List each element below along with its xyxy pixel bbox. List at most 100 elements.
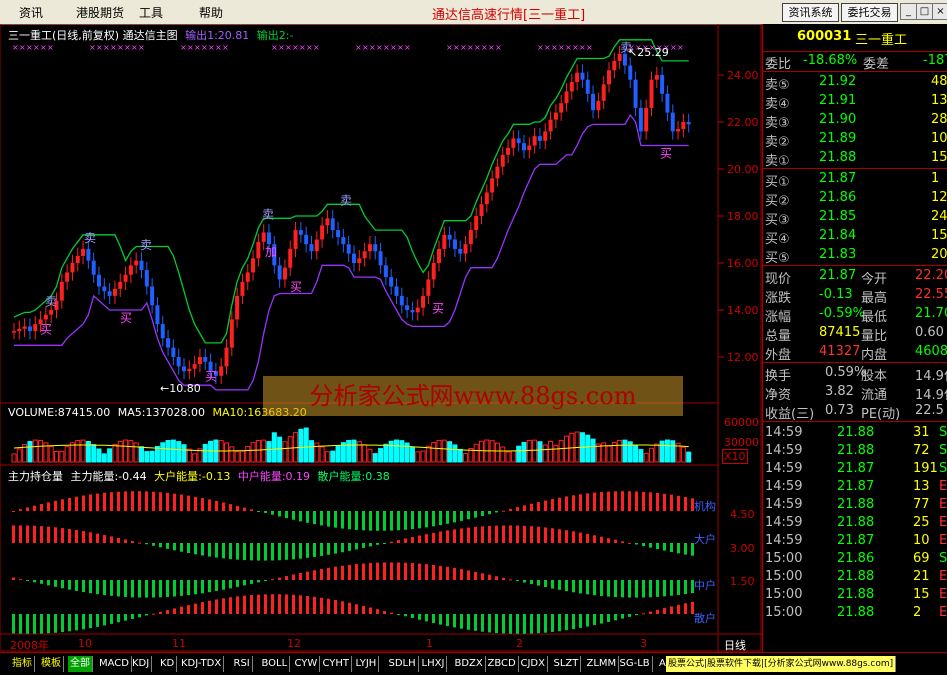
menu-help[interactable]: 帮助 — [199, 4, 223, 21]
top-marker: × — [670, 43, 677, 52]
energy-bar — [516, 525, 519, 543]
candle-body — [511, 138, 516, 148]
menu-hk-futures[interactable]: 港股期货 — [76, 4, 124, 21]
price-axis-label: 14.00 — [727, 304, 759, 317]
indicator-tab-cjdx[interactable]: CJDX — [519, 656, 548, 672]
tick-row: 14:59 21.88 77 E — [765, 497, 947, 512]
candle-body — [612, 60, 617, 71]
volume-bar — [649, 447, 654, 463]
maximize-button[interactable]: □ — [916, 3, 933, 20]
energy-bar — [299, 595, 302, 614]
trade-button[interactable]: 委托交易 — [841, 3, 898, 22]
indicator-tab-kdj[interactable]: KDJ — [130, 656, 153, 672]
volume-bar — [266, 441, 272, 463]
volume-bar — [346, 439, 352, 463]
energy-bar — [572, 531, 575, 543]
volume-bar — [505, 451, 511, 463]
top-marker: × — [558, 43, 565, 52]
indicator-tab-zlmm[interactable]: ZLMM — [585, 656, 620, 672]
indicator-tab-指标[interactable]: 指标 — [10, 656, 35, 672]
chart-canvas[interactable]: 24.0022.0020.0018.0016.0014.0012.00 买买买买… — [0, 24, 762, 652]
candle-body — [304, 234, 309, 245]
energy-bar — [397, 511, 400, 531]
energy-bar — [131, 580, 134, 598]
indicator-tab-lyjh[interactable]: LYJH — [354, 656, 380, 672]
xaxis-label-10: 10 — [78, 637, 92, 650]
energy-bar — [600, 492, 603, 511]
energy-bar — [551, 528, 554, 543]
indicator-tab-模板[interactable]: 模板 — [39, 656, 64, 672]
chart-area[interactable]: 24.00 22.00 20.00 18.00 16.00 14.00 12.00 买买买买… — [0, 24, 762, 652]
high-annotation: ↖25.29 — [628, 46, 669, 59]
indicator-tab-bdzx[interactable]: BDZX — [453, 656, 486, 672]
volume-bar — [617, 439, 623, 463]
candle-body — [415, 307, 420, 313]
indicator-tab-sg-lb[interactable]: SG-LB — [618, 656, 653, 672]
energy-bar — [369, 543, 372, 547]
energy-bar — [278, 594, 281, 614]
minimize-button[interactable]: _ — [900, 3, 917, 20]
top-marker: × — [369, 43, 376, 52]
indicator-tab-kdj-tdx[interactable]: KDJ-TDX — [179, 656, 225, 672]
energy-bar — [173, 493, 176, 511]
candle-body — [437, 248, 441, 263]
stock-header: 600031 三一重工 — [763, 28, 947, 48]
tag-mid: 中户 — [694, 579, 716, 592]
energy-bar — [201, 498, 204, 511]
candle-body — [160, 324, 165, 339]
energy-bar — [432, 614, 435, 624]
indicator-tab-lhxj[interactable]: LHXJ — [420, 656, 448, 672]
info-system-button[interactable]: 资讯系统 — [782, 3, 839, 22]
volume-bar — [282, 441, 288, 463]
energy-bar — [117, 491, 120, 511]
energy-bar — [40, 580, 43, 584]
indicator-tab-全部[interactable]: 全部 — [68, 656, 93, 672]
volume-header: VOLUME:87415.00 MA5:137028.00 MA10:16368… — [8, 406, 307, 419]
energy-bar — [75, 496, 78, 511]
energy-bar — [110, 536, 113, 543]
volume-bar — [165, 439, 171, 463]
footer-link[interactable]: 股票公式|股票软件下载|[分析家公式网www.88gs.com] — [666, 656, 897, 672]
energy-bar — [404, 614, 407, 617]
energy-bar — [453, 511, 456, 523]
candle-body — [383, 265, 388, 278]
close-button[interactable]: × — [932, 3, 947, 20]
energy-bar — [117, 614, 120, 623]
xaxis-label-11: 11 — [172, 637, 186, 650]
indicator-tab-rsi[interactable]: RSI — [232, 656, 253, 672]
indicator-tab-slzt[interactable]: SLZT — [552, 656, 582, 672]
energy-bar — [551, 499, 554, 511]
energy-bar — [495, 511, 498, 513]
buy-level-row: 买① 21.87 1 — [765, 171, 940, 190]
indicator-tab-boll[interactable]: BOLL — [260, 656, 291, 672]
indicator-tab-cyht[interactable]: CYHT — [321, 656, 353, 672]
energy-bar — [306, 571, 309, 580]
energy-bar — [523, 525, 526, 543]
energy-bar — [341, 543, 344, 553]
energy-bar — [292, 511, 295, 520]
period-label[interactable]: 日线 — [724, 637, 746, 653]
menu-info[interactable]: 资讯 — [19, 4, 43, 21]
energy-bar — [418, 614, 421, 620]
indicator-tab-cyw[interactable]: CYW — [293, 656, 321, 672]
volume-bar — [383, 443, 389, 463]
volume-bar — [638, 449, 644, 463]
energy-bar — [362, 543, 365, 548]
volume-axis-60000: 60000 — [724, 416, 759, 429]
energy-bar — [138, 542, 141, 544]
energy-bar — [453, 529, 456, 543]
energy-bar — [537, 580, 540, 586]
energy-bar — [509, 614, 512, 634]
volume-bar — [123, 439, 129, 463]
indicator-tab-sdlh[interactable]: SDLH — [387, 656, 419, 672]
volume-bar — [261, 439, 267, 463]
energy-bar — [124, 580, 127, 597]
sell-level-row: 卖④21.91130 — [765, 93, 947, 112]
menu-tools[interactable]: 工具 — [139, 4, 163, 21]
indicator-tab-kd[interactable]: KD — [158, 656, 178, 672]
energy-bar — [75, 529, 78, 543]
candle-body — [522, 143, 526, 151]
energy-bar — [33, 525, 36, 543]
indicator-tab-zbcd[interactable]: ZBCD — [486, 656, 519, 672]
indicator-tab-macd[interactable]: MACD — [97, 656, 132, 672]
